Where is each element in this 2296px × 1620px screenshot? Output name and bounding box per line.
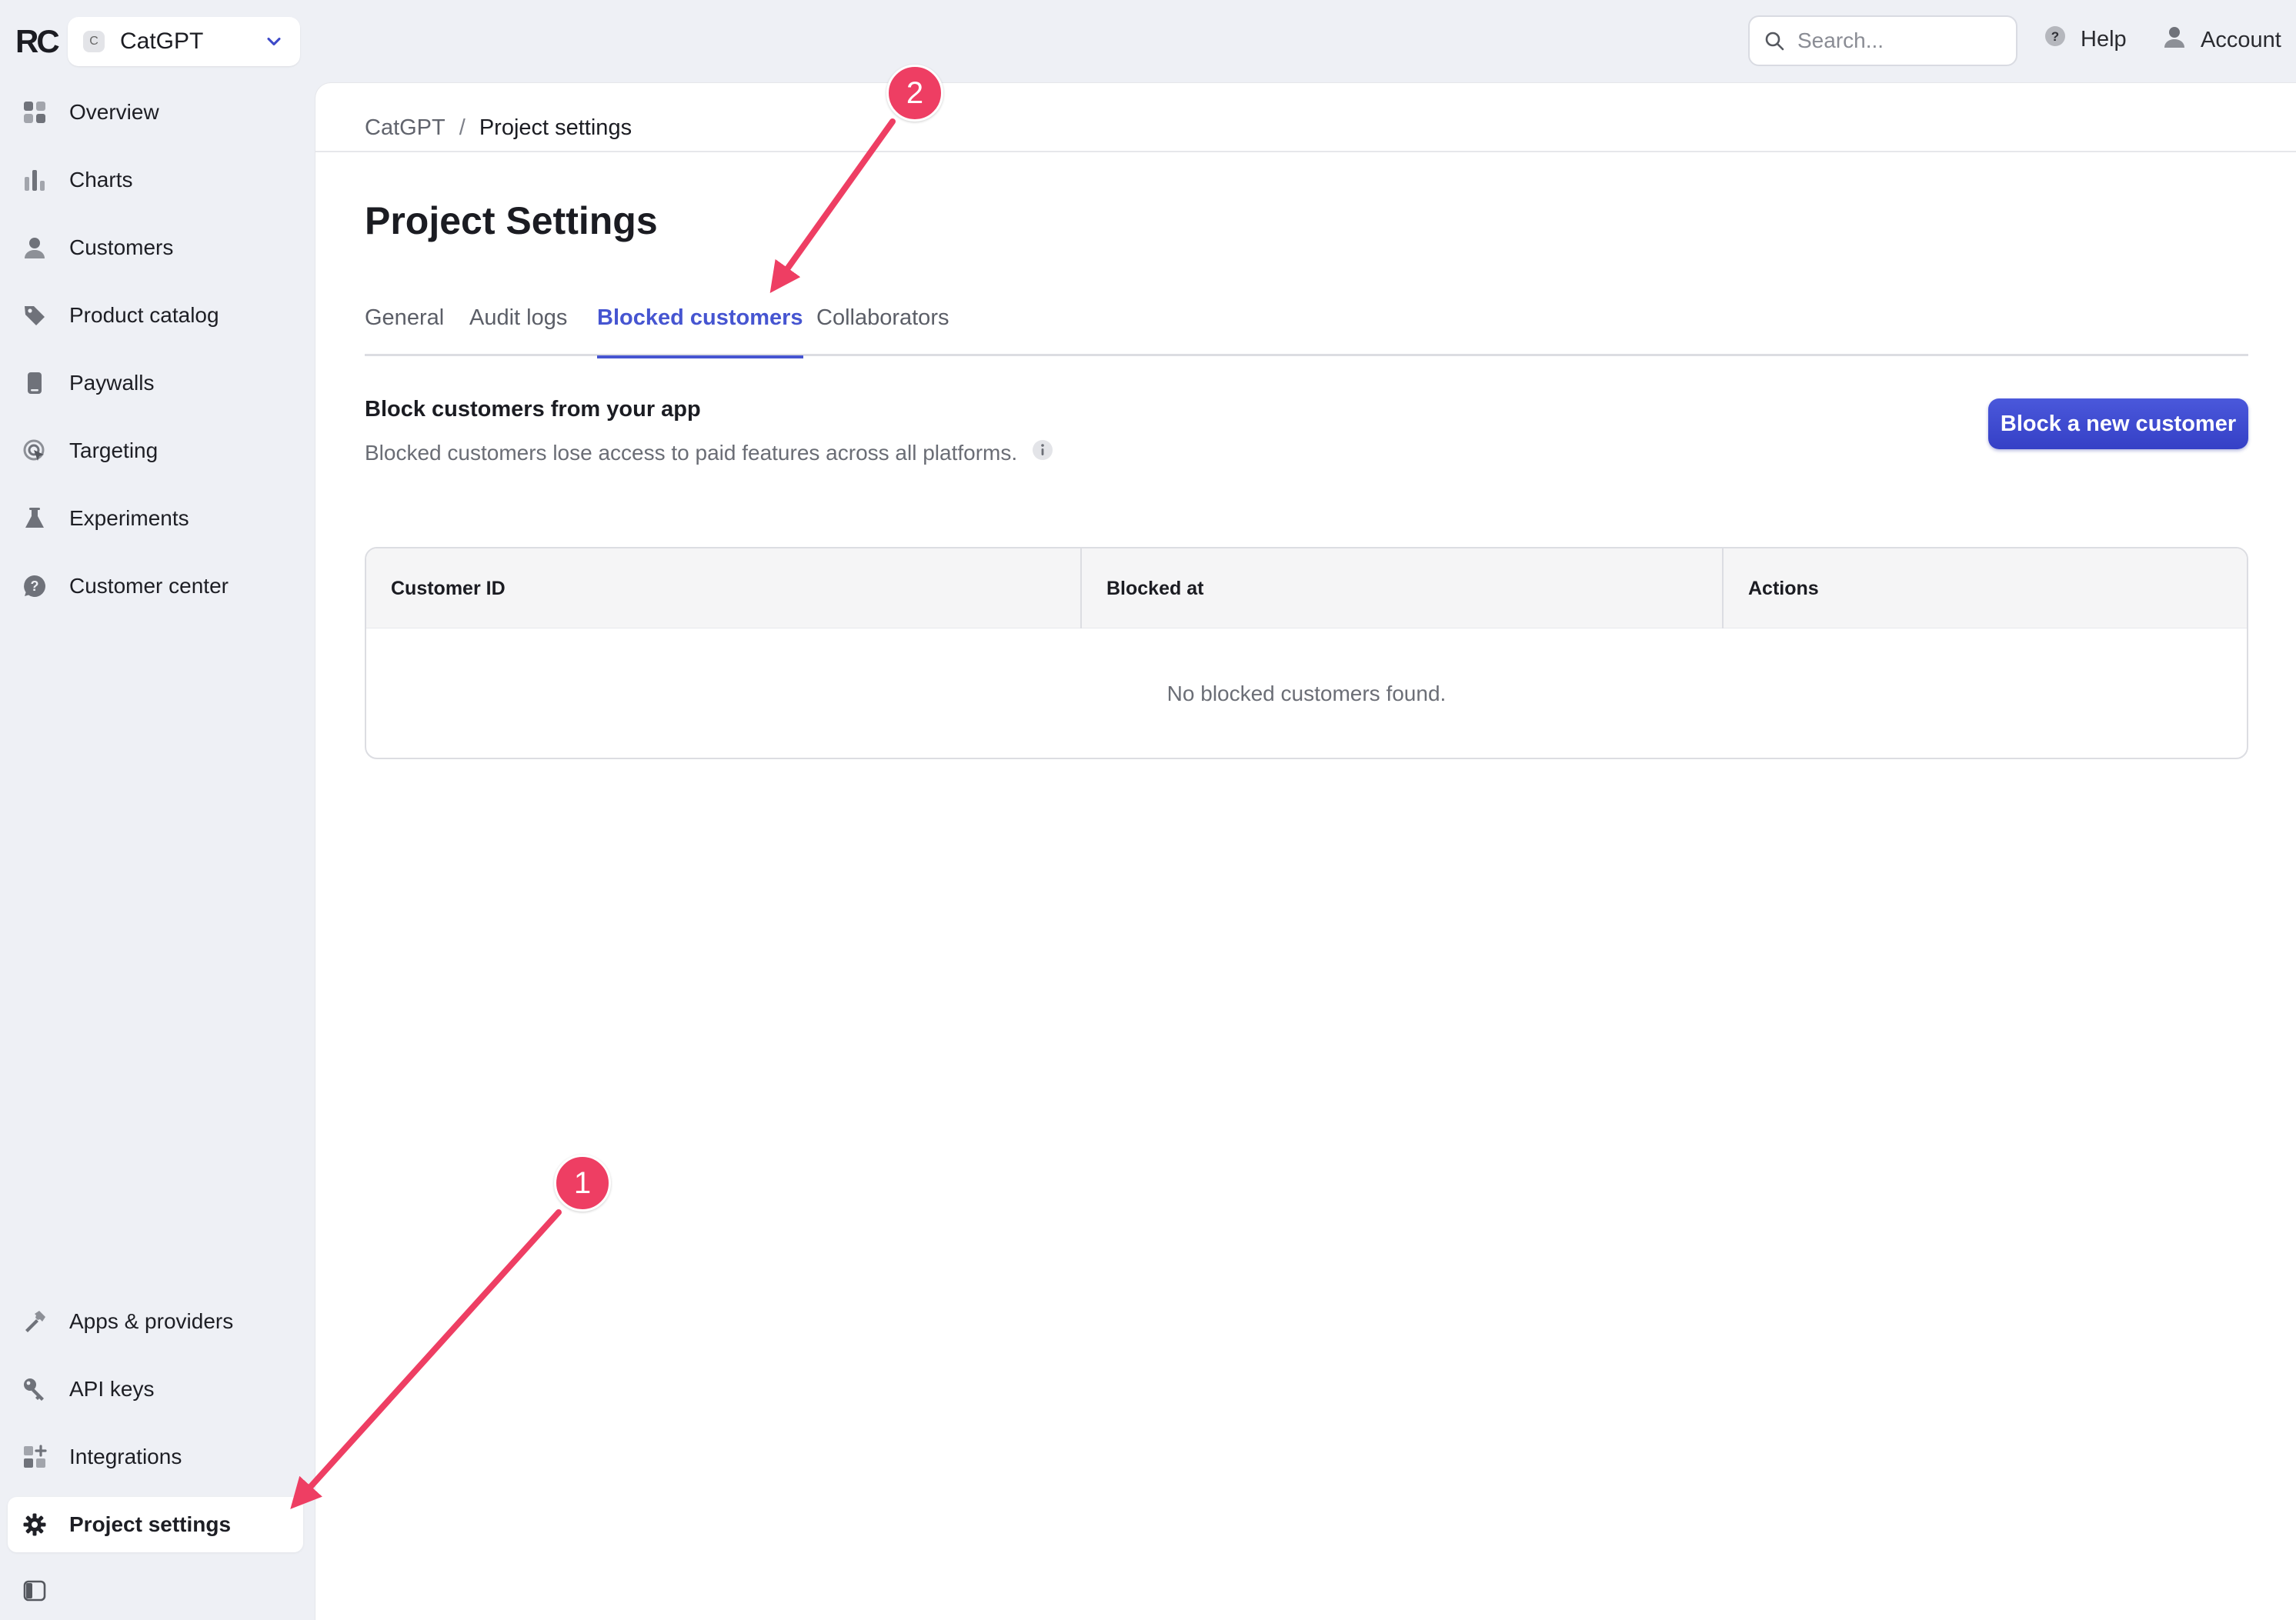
help-link[interactable]: ? Help	[2044, 25, 2127, 54]
app-root: RC C CatGPT Overview Charts Customers Pr…	[0, 0, 2296, 1620]
help-icon: ?	[2044, 25, 2067, 54]
sidebar-item-targeting[interactable]: Targeting	[8, 423, 303, 478]
sidebar-panel-icon	[23, 1580, 46, 1602]
key-icon	[22, 1376, 48, 1402]
sidebar-item-integrations[interactable]: Integrations	[8, 1429, 303, 1485]
column-header-blocked-at[interactable]: Blocked at	[1082, 548, 1724, 628]
sidebar-item-charts[interactable]: Charts	[8, 152, 303, 208]
search-box[interactable]	[1748, 15, 2017, 66]
main-panel: CatGPT / Project settings Project Settin…	[315, 83, 2296, 1620]
account-label: Account	[2201, 27, 2281, 52]
breadcrumb: CatGPT / Project settings	[365, 103, 632, 152]
sidebar-item-apps-providers[interactable]: Apps & providers	[8, 1294, 303, 1349]
target-icon	[22, 438, 48, 464]
table-header: Customer ID Blocked at Actions	[366, 548, 2247, 628]
tab-blocked-customers[interactable]: Blocked customers	[597, 305, 803, 358]
sidebar-item-label: Product catalog	[69, 303, 219, 327]
project-name: CatGPT	[120, 28, 204, 54]
project-badge: C	[83, 31, 105, 52]
breadcrumb-current: Project settings	[479, 115, 632, 140]
project-switcher[interactable]: C CatGPT	[68, 17, 300, 66]
sidebar-item-label: Overview	[69, 100, 159, 124]
account-icon	[2162, 25, 2187, 55]
flask-icon	[22, 505, 48, 532]
question-bubble-icon: ?	[22, 573, 48, 599]
account-menu[interactable]: Account	[2162, 25, 2281, 55]
sidebar-item-label: Apps & providers	[69, 1309, 234, 1333]
sidebar-item-api-keys[interactable]: API keys	[8, 1362, 303, 1417]
sidebar-nav-bottom: Apps & providers API keys Integrations P…	[8, 1294, 303, 1565]
breadcrumb-parent[interactable]: CatGPT	[365, 115, 446, 141]
sidebar-item-paywalls[interactable]: Paywalls	[8, 355, 303, 411]
sidebar-item-overview[interactable]: Overview	[8, 85, 303, 140]
tab-audit-logs[interactable]: Audit logs	[469, 305, 567, 356]
breadcrumb-separator: /	[459, 115, 466, 140]
sidebar-item-label: Targeting	[69, 438, 159, 462]
help-label: Help	[2081, 26, 2127, 52]
gear-icon	[22, 1512, 48, 1538]
chevron-down-icon	[267, 37, 281, 46]
sidebar-item-label: Project settings	[69, 1512, 232, 1536]
annotation-badge-1: 1	[554, 1155, 611, 1212]
sidebar-item-product-catalog[interactable]: Product catalog	[8, 288, 303, 343]
logo-text: RC	[15, 23, 60, 59]
settings-tabs: General Audit logs Blocked customers Col…	[365, 295, 2248, 358]
column-header-customer-id[interactable]: Customer ID	[366, 548, 1082, 628]
sidebar-item-label: Paywalls	[69, 371, 155, 395]
sidebar-item-experiments[interactable]: Experiments	[8, 491, 303, 546]
overview-grid-icon	[22, 99, 48, 125]
sidebar-item-customer-center[interactable]: ? Customer center	[8, 558, 303, 614]
sidebar-item-label: Customers	[69, 235, 174, 259]
sidebar-item-label: Integrations	[69, 1445, 182, 1468]
bar-chart-icon	[22, 167, 48, 193]
table-empty-state: No blocked customers found.	[1166, 682, 1447, 705]
section-description: Blocked customers lose access to paid fe…	[365, 438, 1054, 467]
sidebar-item-label: API keys	[69, 1377, 155, 1401]
svg-text:?: ?	[31, 578, 39, 594]
sidebar-item-label: Experiments	[69, 506, 189, 530]
svg-text:?: ?	[2051, 29, 2059, 44]
integrations-grid-icon	[22, 1444, 48, 1470]
hammer-icon	[22, 1308, 48, 1335]
person-icon	[22, 235, 48, 261]
phone-icon	[22, 370, 48, 396]
revenuecat-logo[interactable]: RC	[15, 23, 60, 60]
header-divider	[315, 151, 2296, 152]
tab-general[interactable]: General	[365, 305, 444, 356]
column-header-actions: Actions	[1748, 577, 1819, 599]
page-title: Project Settings	[365, 199, 658, 242]
blocked-customers-table: Customer ID Blocked at Actions No blocke…	[365, 547, 2248, 759]
sidebar-item-label: Charts	[69, 168, 133, 192]
sidebar-nav-top: Overview Charts Customers Product catalo…	[8, 85, 303, 626]
section-title: Block customers from your app	[365, 397, 701, 422]
search-input[interactable]	[1797, 28, 1997, 53]
sidebar-item-customers[interactable]: Customers	[8, 220, 303, 275]
tag-icon	[22, 302, 48, 328]
info-icon[interactable]	[1031, 438, 1054, 467]
sidebar-item-project-settings[interactable]: Project settings	[8, 1497, 303, 1552]
sidebar-collapse-button[interactable]	[23, 1579, 46, 1606]
tab-collaborators[interactable]: Collaborators	[816, 305, 949, 356]
sidebar-item-label: Customer center	[69, 574, 229, 598]
section-description-text: Blocked customers lose access to paid fe…	[365, 440, 1018, 465]
annotation-badge-2: 2	[886, 65, 943, 122]
search-icon	[1765, 32, 1784, 51]
block-new-customer-button[interactable]: Block a new customer	[1988, 398, 2248, 449]
